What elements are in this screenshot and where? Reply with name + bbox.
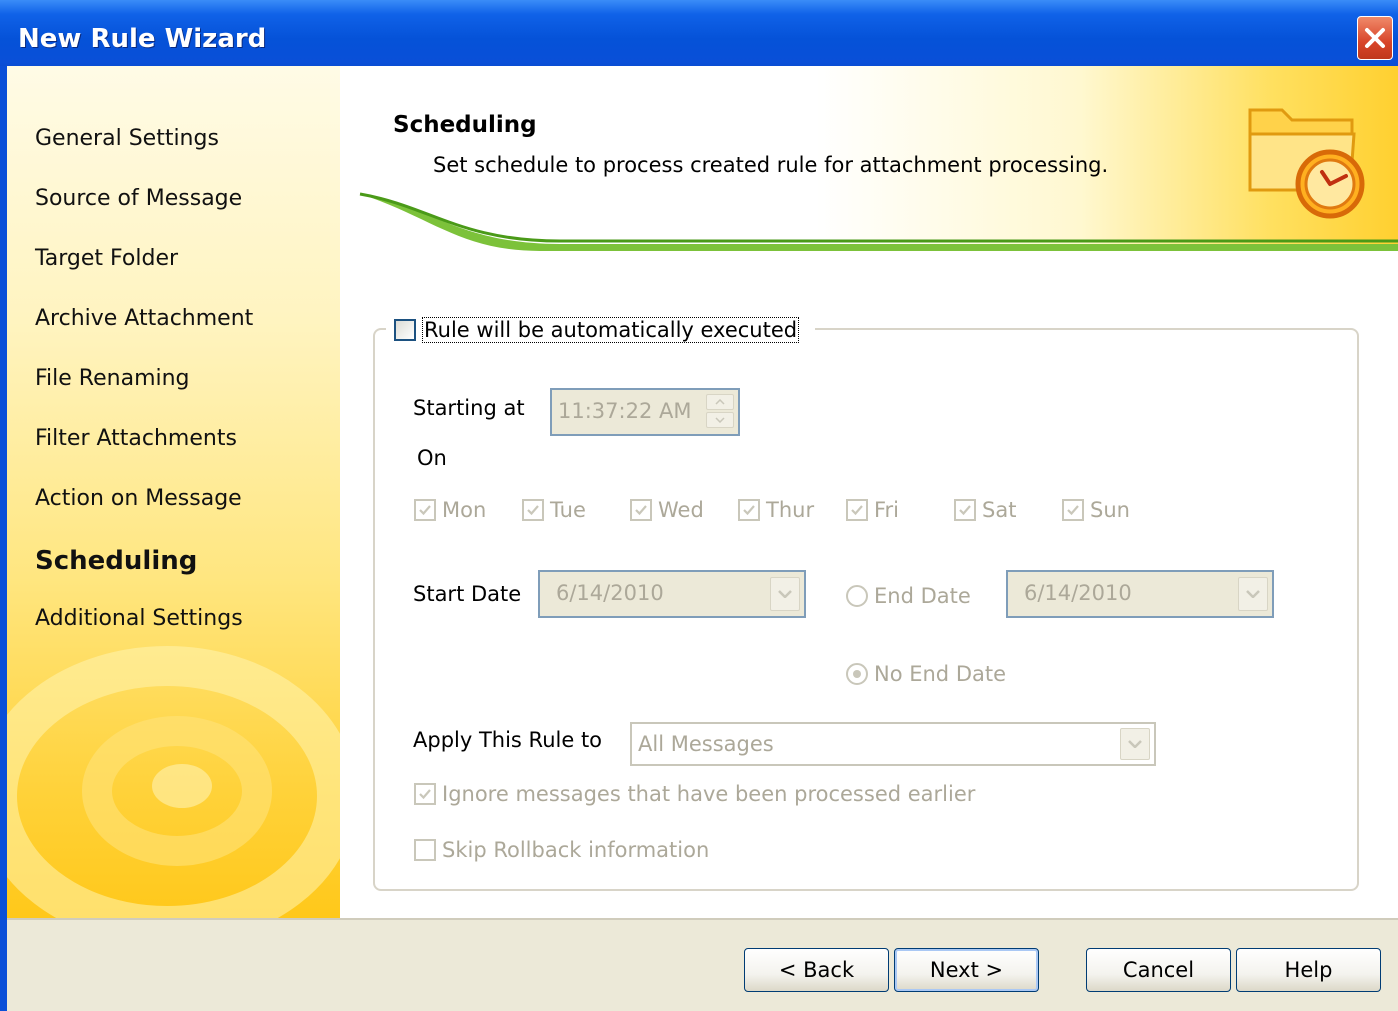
check-icon xyxy=(635,505,647,516)
spin-up-button[interactable] xyxy=(706,394,734,410)
help-button-label: Help xyxy=(1284,958,1333,982)
day-mon-checkbox[interactable]: Mon xyxy=(414,498,486,522)
check-icon xyxy=(1067,505,1079,516)
sidebar-item-file-renaming[interactable]: File Renaming xyxy=(35,366,190,391)
next-button-label: Next > xyxy=(929,958,1004,982)
check-icon xyxy=(743,505,755,516)
day-fri-checkbox[interactable]: Fri xyxy=(846,498,899,522)
ignore-processed-checkbox[interactable]: Ignore messages that have been processed… xyxy=(414,782,975,806)
sidebar-item-target-folder[interactable]: Target Folder xyxy=(35,246,178,271)
chevron-up-icon xyxy=(715,399,725,405)
help-button[interactable]: Help xyxy=(1236,948,1381,992)
close-icon xyxy=(1365,28,1385,48)
apply-rule-label: Apply This Rule to xyxy=(413,728,603,752)
sidebar-item-action-on-message[interactable]: Action on Message xyxy=(35,486,242,511)
page-title: Scheduling xyxy=(393,112,537,138)
day-tue-label: Tue xyxy=(550,498,586,522)
start-date-label: Start Date xyxy=(413,582,522,606)
start-date-value: 6/14/2010 xyxy=(556,581,664,605)
skip-rollback-checkbox[interactable]: Skip Rollback information xyxy=(414,838,709,862)
start-date-picker[interactable]: 6/14/2010 xyxy=(538,570,806,618)
day-wed-label: Wed xyxy=(658,498,704,522)
spin-down-button[interactable] xyxy=(706,412,734,428)
day-sat-checkbox[interactable]: Sat xyxy=(954,498,1016,522)
apply-rule-select[interactable]: All Messages xyxy=(630,722,1156,766)
sidebar-item-filter-attachments[interactable]: Filter Attachments xyxy=(35,426,237,451)
auto-execute-label[interactable]: Rule will be automatically executed xyxy=(422,317,800,343)
time-spinner[interactable] xyxy=(706,394,734,430)
end-date-picker[interactable]: 6/14/2010 xyxy=(1006,570,1274,618)
folder-clock-icon xyxy=(1248,108,1365,219)
day-wed-checkbox[interactable]: Wed xyxy=(630,498,704,522)
start-time-picker[interactable]: 11:37:22 AM xyxy=(550,388,740,436)
check-icon xyxy=(419,789,431,800)
decorative-swirl-icon xyxy=(7,646,340,918)
end-date-radio[interactable]: End Date xyxy=(846,584,971,608)
end-date-value: 6/14/2010 xyxy=(1024,581,1132,605)
check-icon xyxy=(959,505,971,516)
end-date-radio-circle[interactable] xyxy=(846,585,868,607)
start-time-value: 11:37:22 AM xyxy=(558,399,692,423)
sidebar-item-source-of-message[interactable]: Source of Message xyxy=(35,186,242,211)
cancel-button[interactable]: Cancel xyxy=(1086,948,1231,992)
start-date-dropdown-button[interactable] xyxy=(770,577,800,611)
apply-rule-value: All Messages xyxy=(638,732,774,756)
day-sun-checkbox[interactable]: Sun xyxy=(1062,498,1130,522)
chevron-down-icon xyxy=(1246,590,1260,598)
close-button[interactable] xyxy=(1357,16,1393,60)
day-thur-label: Thur xyxy=(766,498,815,522)
day-fri-label: Fri xyxy=(874,498,900,522)
end-date-label: End Date xyxy=(874,584,971,608)
day-sun-label: Sun xyxy=(1090,498,1130,522)
sidebar-item-general-settings[interactable]: General Settings xyxy=(35,126,219,151)
auto-execute-checkbox[interactable]: Rule will be automatically executed xyxy=(386,314,816,346)
check-icon xyxy=(527,505,539,516)
sidebar-item-additional-settings[interactable]: Additional Settings xyxy=(35,606,243,631)
no-end-date-radio-circle[interactable] xyxy=(846,663,868,685)
on-label: On xyxy=(417,446,447,470)
ignore-processed-label: Ignore messages that have been processed… xyxy=(442,782,976,806)
chevron-down-icon xyxy=(715,417,725,423)
back-button[interactable]: < Back xyxy=(744,948,889,992)
day-thur-checkbox[interactable]: Thur xyxy=(738,498,814,522)
auto-execute-checkbox-box[interactable] xyxy=(394,319,416,341)
sidebar-item-archive-attachment[interactable]: Archive Attachment xyxy=(35,306,253,331)
end-date-dropdown-button[interactable] xyxy=(1238,577,1268,611)
window-title: New Rule Wizard xyxy=(18,24,267,54)
chevron-down-icon xyxy=(1128,740,1142,748)
skip-rollback-label: Skip Rollback information xyxy=(442,838,710,862)
apply-rule-dropdown-button[interactable] xyxy=(1120,728,1150,760)
starting-at-label: Starting at xyxy=(413,396,525,420)
next-button[interactable]: Next > xyxy=(894,948,1039,992)
check-icon xyxy=(419,505,431,516)
no-end-date-label: No End Date xyxy=(874,662,1007,686)
page-subtitle: Set schedule to process created rule for… xyxy=(433,153,1109,177)
window-frame-left xyxy=(0,66,7,1011)
sidebar-item-scheduling[interactable]: Scheduling xyxy=(35,546,197,576)
cancel-button-label: Cancel xyxy=(1122,958,1195,982)
day-tue-checkbox[interactable]: Tue xyxy=(522,498,586,522)
check-icon xyxy=(851,505,863,516)
day-sat-label: Sat xyxy=(982,498,1017,522)
day-mon-label: Mon xyxy=(442,498,487,522)
chevron-down-icon xyxy=(778,590,792,598)
no-end-date-radio[interactable]: No End Date xyxy=(846,662,1006,686)
back-button-label: < Back xyxy=(778,958,855,982)
